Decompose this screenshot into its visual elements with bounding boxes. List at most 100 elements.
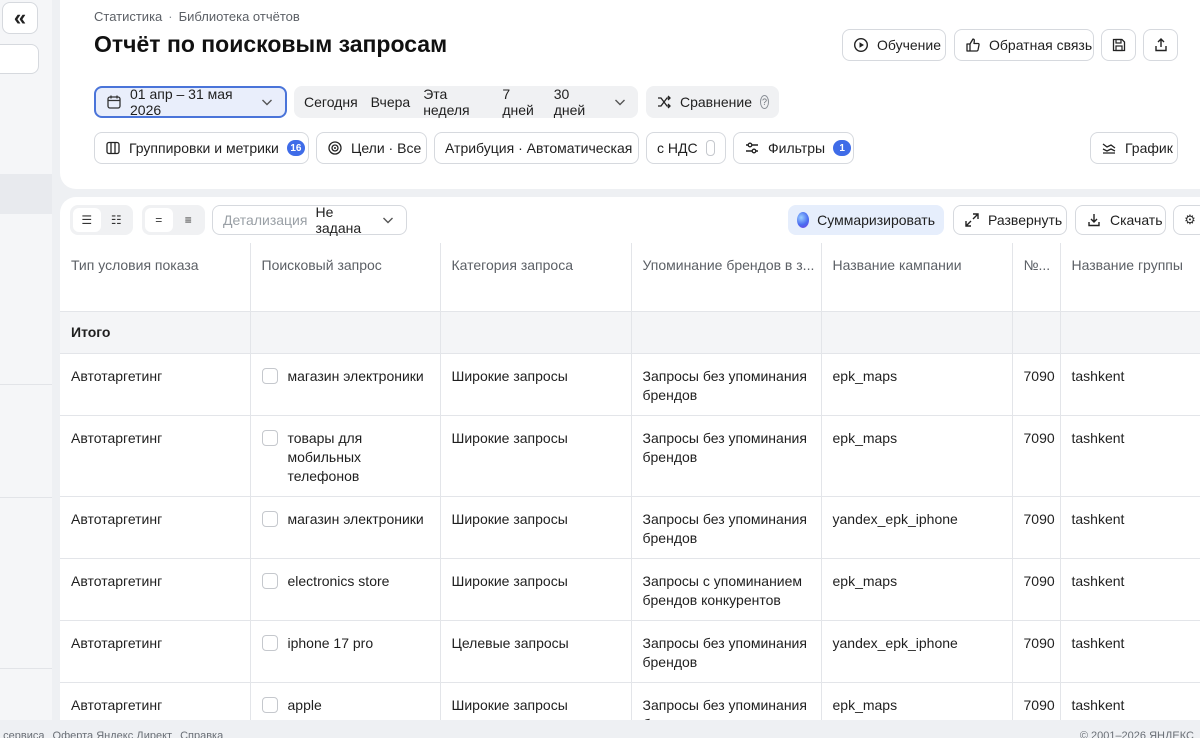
- goals-button[interactable]: Цели · Все: [316, 132, 427, 164]
- column-header-number[interactable]: №...: [1012, 243, 1061, 312]
- chevron-down-icon[interactable]: [612, 94, 628, 110]
- chart-label: График: [1125, 140, 1173, 156]
- cell-show-type: Автотаргетинг: [60, 415, 251, 497]
- save-report-button[interactable]: [1101, 29, 1136, 61]
- search-query-text: товары для мобильных телефонов: [287, 429, 363, 484]
- cell-query-category: Целевые запросы: [440, 620, 632, 683]
- date-range-value: 01 апр – 31 мая 2026: [130, 86, 233, 118]
- row-checkbox[interactable]: [261, 429, 278, 446]
- groupings-label: Группировки и метрики: [129, 140, 279, 156]
- cell-search-query: iphone 17 pro: [250, 620, 441, 683]
- total-cell: [821, 311, 1013, 354]
- share-icon: [1153, 37, 1169, 53]
- calendar-icon: [106, 94, 122, 110]
- table-row: Автотаргетинг iphone 17 pro Целевые запр…: [60, 620, 1200, 683]
- sidebar-divider: [0, 497, 52, 498]
- page-footer: о сервиса Оферта Яндекс Директ Справка ©…: [0, 720, 1200, 738]
- groupings-count-badge: 16: [286, 140, 305, 156]
- feedback-button-label: Обратная связь: [989, 37, 1093, 53]
- cell-show-type: Автотаргетинг: [60, 353, 251, 416]
- table-row: Автотаргетинг магазин электроники Широки…: [60, 353, 1200, 416]
- chart-button[interactable]: График: [1090, 132, 1178, 164]
- search-query-text: магазин электроники: [287, 367, 424, 384]
- rows-dense-icon[interactable]: ≡: [175, 208, 203, 232]
- thumbs-up-icon: [965, 37, 981, 53]
- page-title: Отчёт по поисковым запросам: [94, 31, 448, 57]
- column-header-group-name[interactable]: Название группы: [1060, 243, 1200, 312]
- column-header-brand-mention[interactable]: Упоминание брендов в з...: [631, 243, 822, 312]
- help-icon[interactable]: ?: [759, 95, 769, 109]
- feedback-button[interactable]: Обратная связь: [954, 29, 1094, 61]
- expand-button[interactable]: Развернуть: [953, 205, 1067, 235]
- table-total-row: Итого: [60, 311, 1200, 354]
- cell-brand-mention: Запросы с упоминанием брендов конкуренто…: [631, 558, 822, 621]
- vat-checkbox[interactable]: [705, 140, 715, 156]
- cell-number: 7090: [1012, 620, 1061, 683]
- download-button[interactable]: Скачать: [1075, 205, 1166, 235]
- row-height-toggle: = ≡: [142, 205, 205, 235]
- breadcrumb-item-statistics[interactable]: Статистика: [94, 9, 162, 24]
- footer-links: о сервиса Оферта Яндекс Директ Справка: [0, 730, 223, 738]
- list-compact-icon[interactable]: ☰: [73, 208, 101, 232]
- left-sidebar: [0, 0, 52, 720]
- collapse-sidebar-button[interactable]: «: [2, 2, 38, 34]
- column-header-show-type[interactable]: Тип условия показа: [60, 243, 251, 312]
- cell-number: 7090: [1012, 496, 1061, 559]
- period-this-week[interactable]: Эта неделя: [423, 86, 489, 118]
- cell-number: 7090: [1012, 353, 1061, 416]
- period-yesterday[interactable]: Вчера: [371, 94, 411, 110]
- attribution-button[interactable]: Атрибуция · Автоматическая: [434, 132, 639, 164]
- rows-spacious-icon[interactable]: =: [145, 208, 173, 232]
- period-presets: Сегодня Вчера Эта неделя 7 дней 30 дней: [294, 86, 638, 118]
- cell-number: 7090: [1012, 558, 1061, 621]
- column-header-campaign-name[interactable]: Название кампании: [821, 243, 1013, 312]
- list-detailed-icon[interactable]: ☷: [103, 208, 131, 232]
- save-icon: [1111, 37, 1127, 53]
- sidebar-selected-item[interactable]: [0, 174, 52, 214]
- chevron-down-icon: [259, 94, 275, 110]
- cell-campaign-name: epk_maps: [821, 558, 1013, 621]
- vat-toggle[interactable]: с НДС: [646, 132, 726, 164]
- expand-label: Развернуть: [988, 212, 1063, 228]
- share-button[interactable]: [1143, 29, 1178, 61]
- cell-query-category: Широкие запросы: [440, 415, 632, 497]
- detail-select[interactable]: Детализация Не задана: [212, 204, 407, 236]
- period-30-days[interactable]: 30 дней: [554, 86, 599, 118]
- cell-brand-mention: Запросы без упоминания брендов: [631, 496, 822, 559]
- filters-button[interactable]: Фильтры 1: [733, 132, 854, 164]
- download-icon: [1086, 212, 1102, 228]
- period-7-days[interactable]: 7 дней: [502, 86, 540, 118]
- filters-count-badge: 1: [833, 140, 852, 156]
- column-header-query-category[interactable]: Категория запроса: [440, 243, 632, 312]
- row-checkbox[interactable]: [261, 696, 278, 713]
- cell-brand-mention: Запросы без упоминания брендов: [631, 353, 822, 416]
- expand-arrows-icon: [964, 212, 980, 228]
- comparison-label: Сравнение: [680, 94, 752, 110]
- breadcrumb: Статистика · Библиотека отчётов: [94, 9, 300, 24]
- row-checkbox[interactable]: [261, 510, 278, 527]
- column-header-search-query[interactable]: Поисковый запрос: [250, 243, 441, 312]
- search-query-text: apple: [287, 696, 322, 713]
- row-checkbox[interactable]: [261, 634, 278, 651]
- goals-label: Цели · Все: [351, 140, 422, 156]
- sidebar-search-field[interactable]: [0, 44, 39, 74]
- table-settings-button[interactable]: ⚙: [1173, 205, 1200, 235]
- footer-link-service[interactable]: о сервиса: [0, 730, 45, 738]
- period-today[interactable]: Сегодня: [304, 94, 358, 110]
- search-query-text: iphone 17 pro: [287, 634, 374, 651]
- breadcrumb-separator: ·: [168, 9, 173, 24]
- row-checkbox[interactable]: [261, 572, 278, 589]
- learning-button[interactable]: Обучение: [842, 29, 946, 61]
- footer-link-offer[interactable]: Оферта Яндекс Директ: [53, 730, 173, 738]
- row-checkbox[interactable]: [261, 367, 278, 384]
- comparison-button[interactable]: Сравнение ?: [646, 86, 779, 118]
- target-icon: [327, 140, 343, 156]
- total-cell: [1012, 311, 1061, 354]
- breadcrumb-item-library[interactable]: Библиотека отчётов: [179, 9, 300, 24]
- report-table: Тип условия показа Поисковый запрос Кате…: [60, 243, 1200, 738]
- summarize-button[interactable]: Суммаризировать: [788, 205, 944, 235]
- date-range-picker[interactable]: 01 апр – 31 мая 2026: [94, 86, 287, 118]
- groupings-metrics-button[interactable]: Группировки и метрики 16: [94, 132, 309, 164]
- table-row: Автотаргетинг товары для мобильных телеф…: [60, 415, 1200, 497]
- footer-link-help[interactable]: Справка: [180, 730, 223, 738]
